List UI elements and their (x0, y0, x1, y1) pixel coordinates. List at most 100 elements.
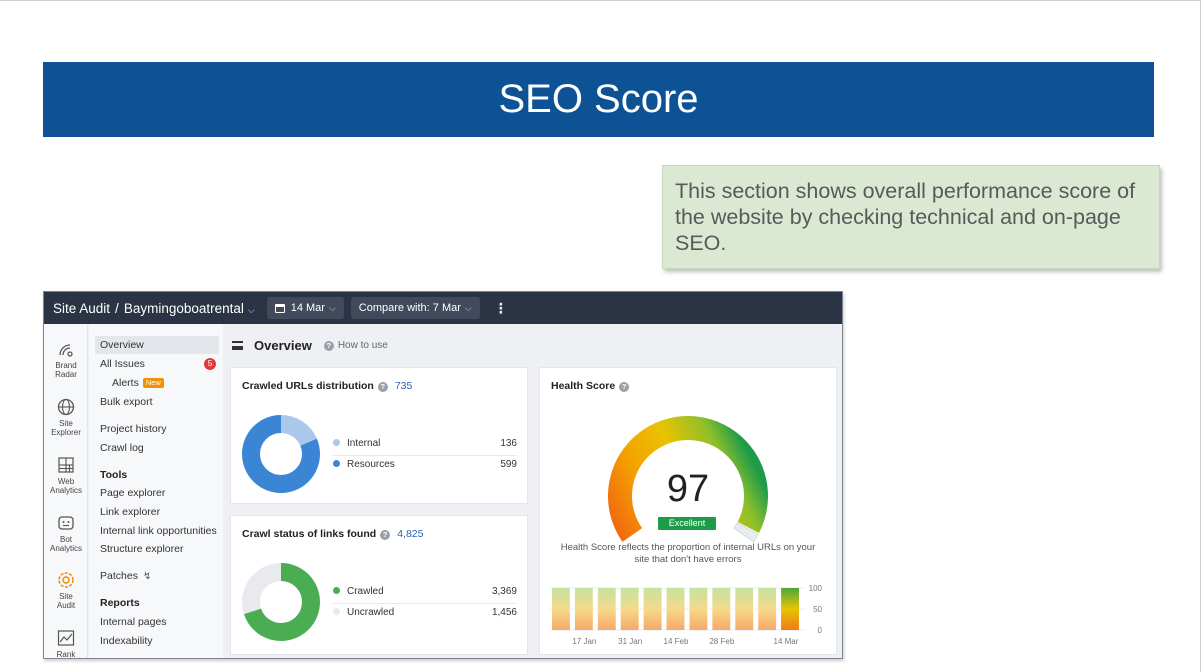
x-tick-label: 31 Jan (618, 637, 642, 646)
more-options-icon[interactable]: ⋮ (494, 300, 508, 317)
history-bar[interactable] (689, 588, 708, 630)
legend-resources[interactable]: Resources 599 (333, 457, 517, 473)
help-icon: ? (323, 341, 334, 351)
rail-label: Bot Analytics (49, 535, 82, 553)
nav-internal-link-opportunities[interactable]: Internal link opportunities (95, 522, 219, 540)
card-title: Crawled URLs distribution? 735 (242, 380, 412, 392)
new-tag: New (142, 378, 164, 388)
history-bar[interactable] (597, 588, 616, 630)
card-title-text: Crawled URLs distribution (242, 380, 374, 392)
menu-icon[interactable] (232, 341, 243, 350)
legend-dot (333, 587, 340, 594)
history-bar[interactable] (735, 588, 754, 630)
date-label: 14 Mar (290, 302, 325, 314)
legend-label: Crawled (347, 586, 384, 597)
legend-value: 3,369 (491, 586, 517, 597)
help-icon[interactable]: ? (377, 382, 388, 392)
nav-all-issues[interactable]: All Issues 5 (95, 355, 219, 373)
chevron-down-icon: ⌵ (247, 304, 255, 315)
legend-value: 136 (500, 438, 517, 449)
nav-alerts[interactable]: Alerts New (95, 374, 219, 392)
nav-structure-explorer[interactable]: Structure explorer (95, 540, 219, 558)
health-score-card: Health Score? 97 Excellent Health Score … (539, 367, 837, 655)
overview-header: Overview ? How to use (232, 338, 388, 353)
nav-internal-pages[interactable]: Internal pages (95, 613, 219, 631)
rail-site-explorer[interactable]: Site Explorer (44, 398, 88, 437)
rail-label: Site Explorer (51, 419, 81, 437)
x-tick-label: 14 Mar (774, 637, 799, 646)
history-bar[interactable] (552, 588, 570, 630)
history-bar[interactable] (758, 588, 777, 630)
calendar-icon (274, 303, 285, 313)
history-bar[interactable] (574, 588, 593, 630)
rail-rank[interactable]: Rank (44, 629, 88, 658)
nav-project-history[interactable]: Project history (95, 420, 219, 438)
nav-reports-heading: Reports (100, 597, 140, 609)
slide: SEO Score This section shows overall per… (0, 0, 1201, 672)
crawled-total[interactable]: 735 (395, 380, 413, 392)
chevron-down-icon: ⌵ (464, 302, 472, 313)
legend-uncrawled[interactable]: Uncrawled 1,456 (333, 605, 517, 621)
icon-rail: Brand Radar Site Explorer Web Analytics … (44, 324, 88, 658)
rail-label: Brand Radar (55, 361, 77, 379)
rank-chart-icon (57, 630, 75, 646)
grid-chart-icon (58, 457, 74, 473)
how-to-label: How to use (337, 340, 388, 351)
compare-label: Compare with: 7 Mar (358, 302, 461, 314)
rail-label: Web Analytics (49, 477, 82, 495)
rail-brand-radar[interactable]: Brand Radar (44, 340, 88, 379)
crawl-status-card: Crawl status of links found? 4,825 Crawle… (230, 515, 528, 655)
nav-tools-heading: Tools (100, 469, 128, 481)
rail-site-audit[interactable]: Site Audit (44, 571, 88, 610)
title-separator: / (115, 300, 119, 316)
nav-patches[interactable]: Patches ↯ (95, 567, 219, 585)
history-bar[interactable] (643, 588, 662, 630)
divider (333, 603, 517, 604)
history-bar[interactable] (620, 588, 639, 630)
bot-icon (58, 516, 74, 530)
legend-dot (333, 460, 340, 467)
rating-badge: Excellent (658, 517, 716, 530)
card-title: Health Score? (551, 380, 633, 392)
slide-note: This section shows overall performance s… (662, 165, 1160, 269)
legend-dot (333, 608, 340, 615)
project-selector[interactable]: Baymingoboatrental ⌵ (124, 301, 255, 316)
x-tick-label: 28 Feb (709, 637, 734, 646)
rail-bot-analytics[interactable]: Bot Analytics (44, 514, 88, 553)
compare-button[interactable]: Compare with: 7 Mar ⌵ (350, 297, 480, 319)
x-tick-label: 17 Jan (572, 637, 596, 646)
nav-bulk-export[interactable]: Bulk export (95, 393, 219, 411)
history-bar[interactable] (781, 588, 799, 630)
main-content: Overview ? How to use Crawled URLs distri… (224, 324, 842, 658)
crawled-donut (242, 415, 320, 493)
legend-label: Internal (347, 438, 381, 449)
nav-link-explorer[interactable]: Link explorer (95, 503, 219, 521)
nav-overview[interactable]: Overview (95, 336, 219, 354)
crawlstatus-donut (242, 563, 320, 641)
history-bar[interactable] (712, 588, 731, 630)
site-audit-screenshot: Site Audit / Baymingoboatrental ⌵ 14 Mar ⌵… (43, 291, 843, 659)
how-to-use-link[interactable]: ? How to use (323, 340, 388, 351)
nav-crawl-log[interactable]: Crawl log (95, 439, 219, 457)
date-picker-button[interactable]: 14 Mar ⌵ (266, 297, 344, 319)
nav-indexability[interactable]: Indexability (95, 632, 219, 650)
crawlstatus-total[interactable]: 4,825 (397, 528, 423, 540)
help-icon[interactable]: ? (619, 382, 630, 392)
top-bar: Site Audit / Baymingoboatrental ⌵ 14 Mar ⌵… (44, 292, 842, 324)
lightning-icon: ↯ (142, 571, 152, 582)
rail-web-analytics[interactable]: Web Analytics (44, 456, 88, 495)
card-title-text: Crawl status of links found (242, 528, 377, 540)
legend-label: Resources (347, 459, 395, 470)
legend-crawled[interactable]: Crawled 3,369 (333, 584, 517, 600)
issues-count-badge: 5 (204, 358, 216, 370)
crawled-urls-card: Crawled URLs distribution? 735 Internal 13… (230, 367, 528, 504)
chevron-down-icon: ⌵ (328, 302, 336, 313)
card-title-text: Health Score (551, 380, 616, 392)
history-bar[interactable] (666, 588, 685, 630)
y-tick-label: 100 (809, 584, 823, 593)
help-icon[interactable]: ? (380, 530, 391, 540)
nav-page-explorer[interactable]: Page explorer (95, 484, 219, 502)
health-description: Health Score reflects the proportion of … (560, 542, 816, 565)
legend-internal[interactable]: Internal 136 (333, 436, 517, 452)
legend-value: 599 (500, 459, 517, 470)
